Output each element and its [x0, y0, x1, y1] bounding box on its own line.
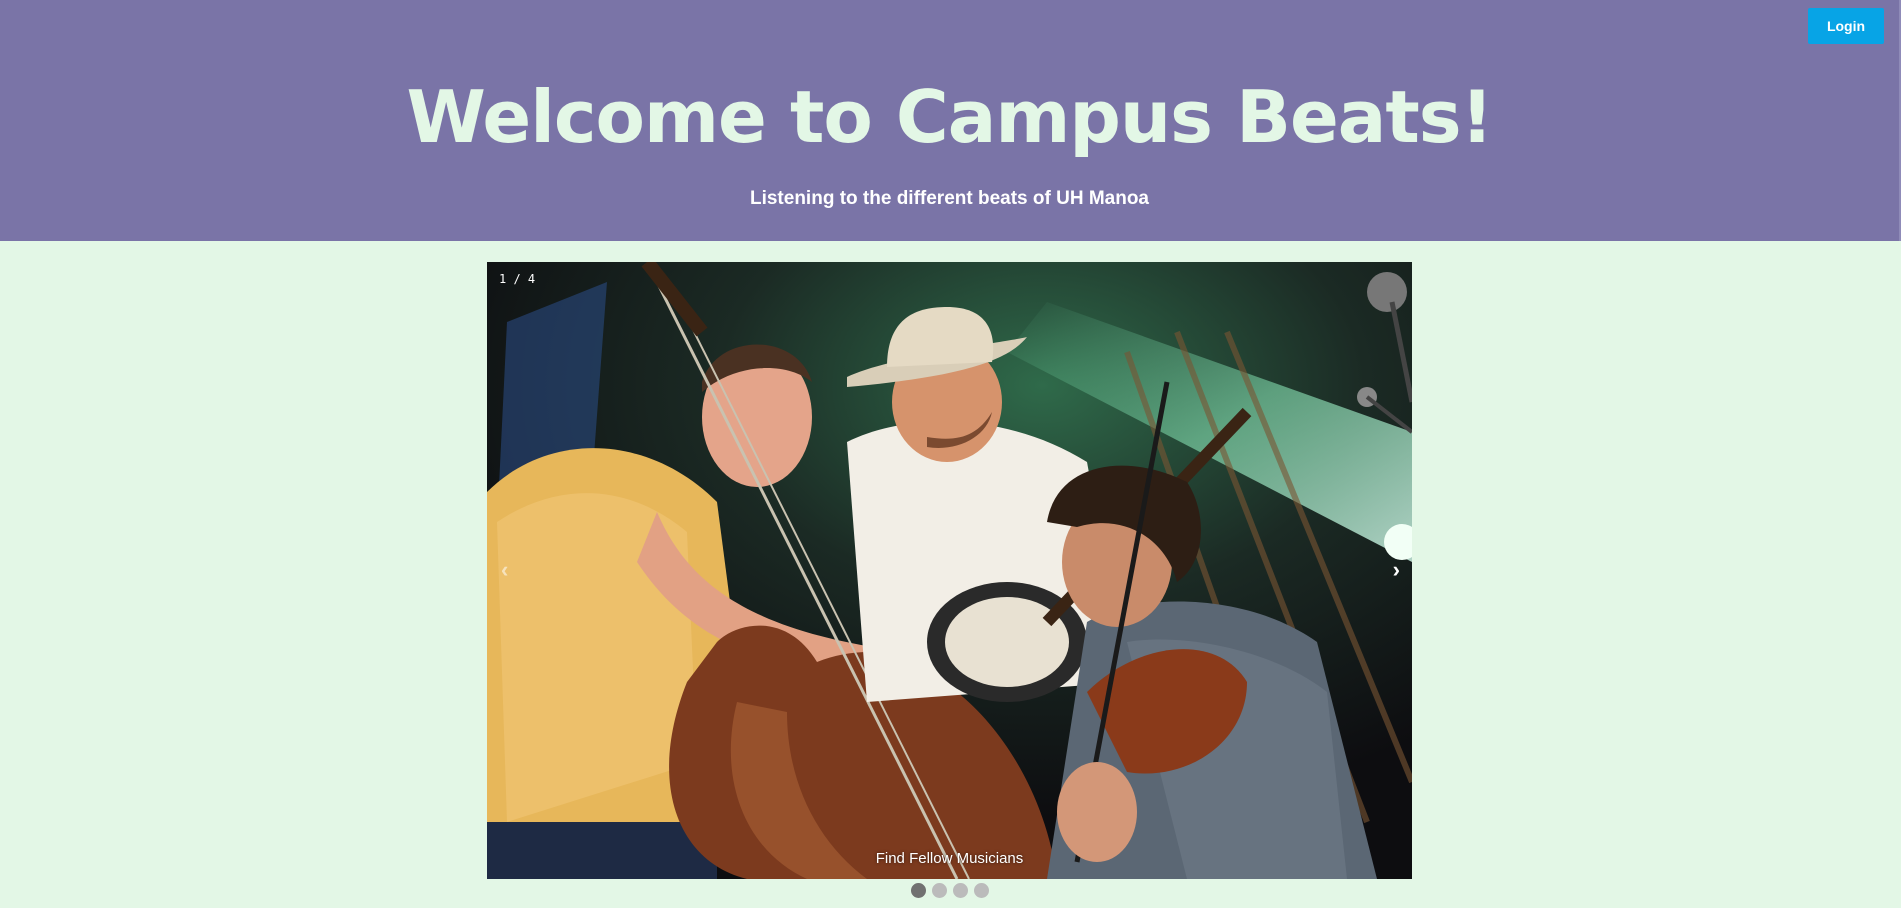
slide-dot-2[interactable] — [931, 883, 947, 898]
slide-image — [487, 262, 1412, 879]
slide-dot-1[interactable] — [910, 883, 926, 898]
slide-caption: Find Fellow Musicians — [875, 850, 1024, 867]
slide-indicators — [0, 883, 1899, 898]
page-title: Welcome to Campus Beats! — [406, 75, 1494, 159]
previous-slide-button[interactable]: ‹ — [501, 559, 508, 581]
slide-counter: 1 / 4 — [499, 272, 536, 286]
page-subtitle: Listening to the different beats of UH M… — [749, 188, 1149, 209]
slide-dot-4[interactable] — [973, 883, 989, 898]
slide-dot-3[interactable] — [952, 883, 968, 898]
image-slideshow: 1 / 4 ‹ › Find Fellow Musicians — [487, 262, 1412, 879]
login-button[interactable]: Login — [1808, 8, 1884, 44]
next-slide-button[interactable]: › — [1393, 559, 1400, 581]
header-banner: Login Welcome to Campus Beats! Listening… — [0, 0, 1901, 241]
